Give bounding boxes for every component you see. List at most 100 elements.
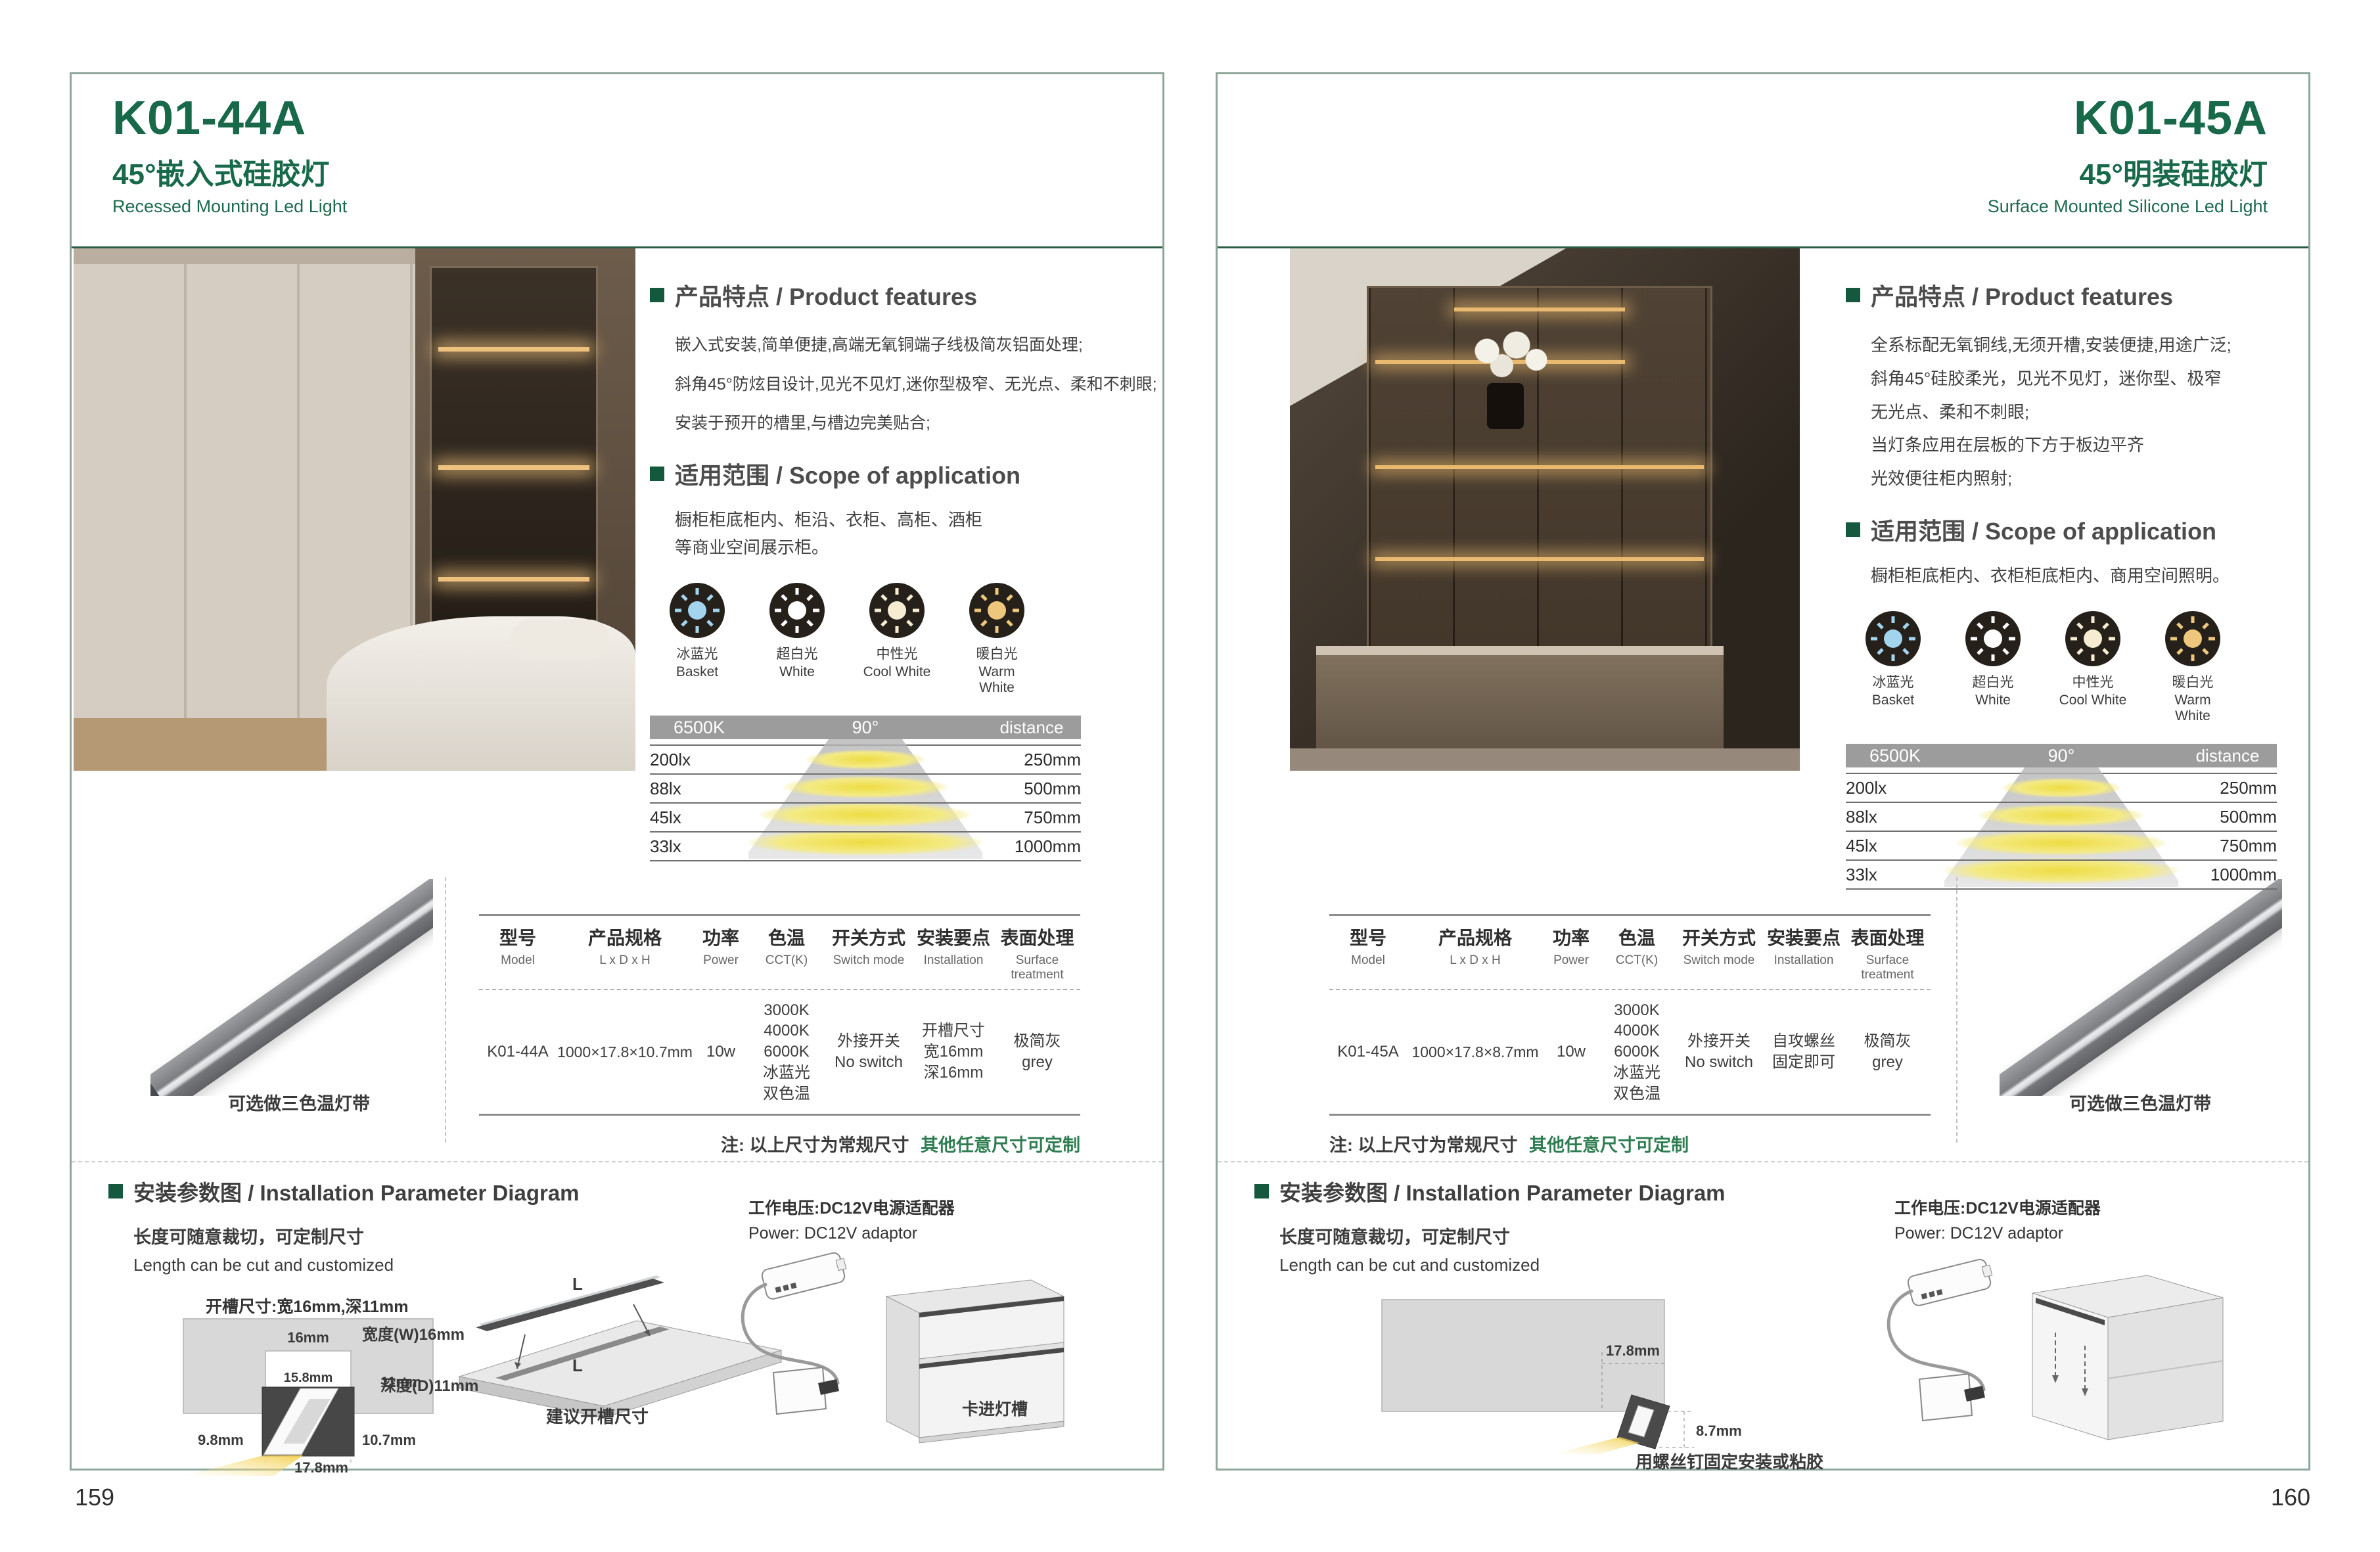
page-number: 159: [75, 1484, 114, 1511]
distance-value: 500mm: [1024, 779, 1081, 799]
section-separator: [1218, 1161, 2308, 1162]
feature-line: 当灯条应用在层板的下方于板边平齐: [1871, 434, 2282, 457]
scope-lines: 橱柜柜底柜内、柜沿、衣柜、高柜、酒柜等商业空间展示柜。: [675, 508, 1162, 560]
cct-icon: 超白光 White: [1956, 611, 2030, 724]
table-header-row: 型号 Model 产品规格 L x D x H 功率 Power 色温 CCT(…: [479, 916, 1080, 989]
cell-size: 1000×17.8×8.7mm: [1407, 1042, 1544, 1062]
chart-row: 88lx 500mm: [650, 775, 1081, 804]
led-glow: [1454, 308, 1625, 311]
lux-value: 45lx: [650, 808, 681, 828]
feature-line: 全系标配无氧铜线,无须开槽,安装便捷,用途广泛;: [1871, 334, 2282, 357]
cct-icon: 暖白光 Warm White: [960, 583, 1034, 696]
spec-table: 型号 Model 产品规格 L x D x H 功率 Power 色温 CCT(…: [1329, 914, 1931, 1116]
table-header-cell: 安装要点 Installation: [1763, 924, 1844, 982]
scope-lines: 橱柜柜底柜内、衣柜柜底柜内、商用空间照明。: [1871, 564, 2282, 587]
feature-line: 斜角45°防炫目设计,见光不见灯,迷你型极窄、无光点、柔和不刺眼;: [675, 374, 1162, 396]
led-shelf-glow: [438, 347, 589, 352]
svg-text:17.8mm: 17.8mm: [294, 1459, 348, 1476]
table-header-cell: 产品规格 L x D x H: [1407, 924, 1544, 982]
profile-caption: 可选做三色温灯带: [2069, 1089, 2211, 1115]
spec-table: 型号 Model 产品规格 L x D x H 功率 Power 色温 CCT(…: [479, 914, 1080, 1116]
chart-row: 200lx 250mm: [1846, 774, 2277, 803]
page-right: K01-45A 45°明装硅胶灯 Surface Mounted Silicon…: [1216, 72, 2310, 1471]
page-left: K01-44A 45°嵌入式硅胶灯 Recessed Mounting Led …: [70, 72, 1164, 1471]
screw-caption: 用螺丝钉固定安装或粘胶: [1636, 1449, 1823, 1473]
cell-installation: 开槽尺寸宽16mm深16mm: [913, 1020, 994, 1083]
chart-header-bars: 6500K 90° distance: [650, 716, 1081, 739]
cell-model: K01-44A: [479, 1041, 557, 1062]
scope-line: 橱柜柜底柜内、柜沿、衣柜、高柜、酒柜: [675, 508, 1162, 532]
table-header-cell: 产品规格 L x D x H: [557, 924, 693, 982]
table-row: K01-45A 1000×17.8×8.7mm 10w 3000K4000K60…: [1329, 990, 1931, 1114]
svg-text:9.8mm: 9.8mm: [198, 1432, 244, 1448]
subtitle-cn: 45°嵌入式硅胶灯: [112, 150, 347, 193]
table-header-cell: 型号 Model: [1329, 924, 1407, 982]
lux-value: 45lx: [1846, 836, 1877, 856]
sun-icon: [670, 583, 725, 638]
cct-icons: 冰蓝光 Basket 超白光 White: [1856, 611, 2282, 724]
vertical-separator: [445, 877, 446, 1143]
floor: [1290, 748, 1800, 771]
cabinet-diagram: 卡进灯槽: [867, 1250, 1084, 1457]
lux-value: 88lx: [650, 779, 681, 799]
svg-text:建议开槽尺寸: 建议开槽尺寸: [546, 1407, 649, 1426]
distance-bar: distance: [2178, 744, 2277, 767]
svg-text:宽度(W)16mm: 宽度(W)16mm: [362, 1325, 465, 1344]
profile-caption: 可选做三色温灯带: [228, 1089, 370, 1115]
flowers: [1457, 327, 1556, 386]
page-header: K01-45A 45°明装硅胶灯 Surface Mounted Silicon…: [1988, 91, 2268, 217]
svg-text:卡进灯槽: 卡进灯槽: [962, 1400, 1028, 1419]
chart-header-bars: 6500K 90° distance: [1846, 744, 2277, 767]
cell-surface: 极简灰grey: [994, 1031, 1080, 1072]
aluminum-profile: [150, 879, 433, 1096]
sun-icon: [1965, 611, 2021, 666]
scope-line: 橱柜柜底柜内、衣柜柜底柜内、商用空间照明。: [1871, 564, 2282, 587]
subtitle-cn: 45°明装硅胶灯: [1988, 150, 2268, 193]
table-header-row: 型号 Model 产品规格 L x D x H 功率 Power 色温 CCT(…: [1329, 916, 1931, 989]
cct-icon: 暖白光 Warm White: [2156, 611, 2230, 724]
chart-rows: 200lx 250mm 88lx 500mm 45lx 750mm 33lx 1…: [1846, 773, 2277, 890]
features-heading: 产品特点 / Product features: [1846, 278, 2282, 312]
sun-icon: [1865, 611, 1921, 666]
chart-row: 33lx 1000mm: [650, 833, 1081, 861]
table-row: K01-44A 1000×17.8×10.7mm 10w 3000K4000K6…: [479, 990, 1080, 1114]
features-heading: 产品特点 / Product features: [650, 278, 1162, 312]
distance-value: 1000mm: [1015, 836, 1081, 857]
svg-text:10.7mm: 10.7mm: [362, 1432, 416, 1448]
distance-chart: 6500K 90° distance 200lx 250mm 88lx: [650, 716, 1081, 861]
bullet-square-icon: [108, 1184, 123, 1198]
table-header-cell: 表面处理 Surface treatment: [994, 924, 1080, 982]
section-separator: [72, 1161, 1162, 1162]
sun-icon: [969, 583, 1024, 638]
island-top: [1316, 646, 1724, 655]
lux-value: 88lx: [1846, 807, 1877, 827]
subtitle-en: Recessed Mounting Led Light: [112, 196, 347, 217]
angle-bar: 90°: [1944, 744, 2178, 767]
feature-line: 无光点、柔和不刺眼;: [1871, 401, 2282, 424]
length-note: 长度可随意裁切，可定制尺寸 Length can be cut and cust…: [133, 1223, 394, 1275]
bullet-square-icon: [650, 288, 664, 302]
chart-row: 45lx 750mm: [1846, 832, 2277, 861]
power-note: 工作电压:DC12V电源适配器 Power: DC12V adaptor: [1894, 1195, 2101, 1243]
table-header-cell: 表面处理 Surface treatment: [1844, 924, 1931, 982]
features-lines: 全系标配无氧铜线,无须开槽,安装便捷,用途广泛; 斜角45°硅胶柔光，见光不见灯，…: [1871, 334, 2282, 490]
chart-row: 45lx 750mm: [650, 804, 1081, 833]
cell-power: 10w: [1544, 1041, 1599, 1062]
model-title: K01-45A: [1988, 91, 2268, 145]
profile-image: [150, 879, 433, 1096]
features-column: 产品特点 / Product features 全系标配无氧铜线,无须开槽,安装…: [1846, 278, 2282, 890]
bullet-square-icon: [1254, 1184, 1269, 1198]
led-glow: [1375, 557, 1704, 561]
sun-icon: [2065, 611, 2120, 666]
table-header-cell: 色温 CCT(K): [1599, 924, 1675, 982]
distance-value: 750mm: [2220, 836, 2277, 856]
scope-heading: 适用范围 / Scope of application: [650, 457, 1162, 491]
table-bottom-rule: [479, 1114, 1080, 1116]
lux-value: 33lx: [650, 836, 681, 857]
cct-icon: 冰蓝光 Basket: [1856, 611, 1930, 724]
feature-line: 安装于预开的槽里,与槽边完美贴合;: [675, 413, 1162, 434]
feature-line: 斜角45°硅胶柔光，见光不见灯，迷你型、极窄: [1871, 368, 2282, 390]
aluminum-profile: [2000, 879, 2282, 1096]
bullet-square-icon: [650, 467, 664, 481]
lux-value: 200lx: [1846, 778, 1887, 798]
